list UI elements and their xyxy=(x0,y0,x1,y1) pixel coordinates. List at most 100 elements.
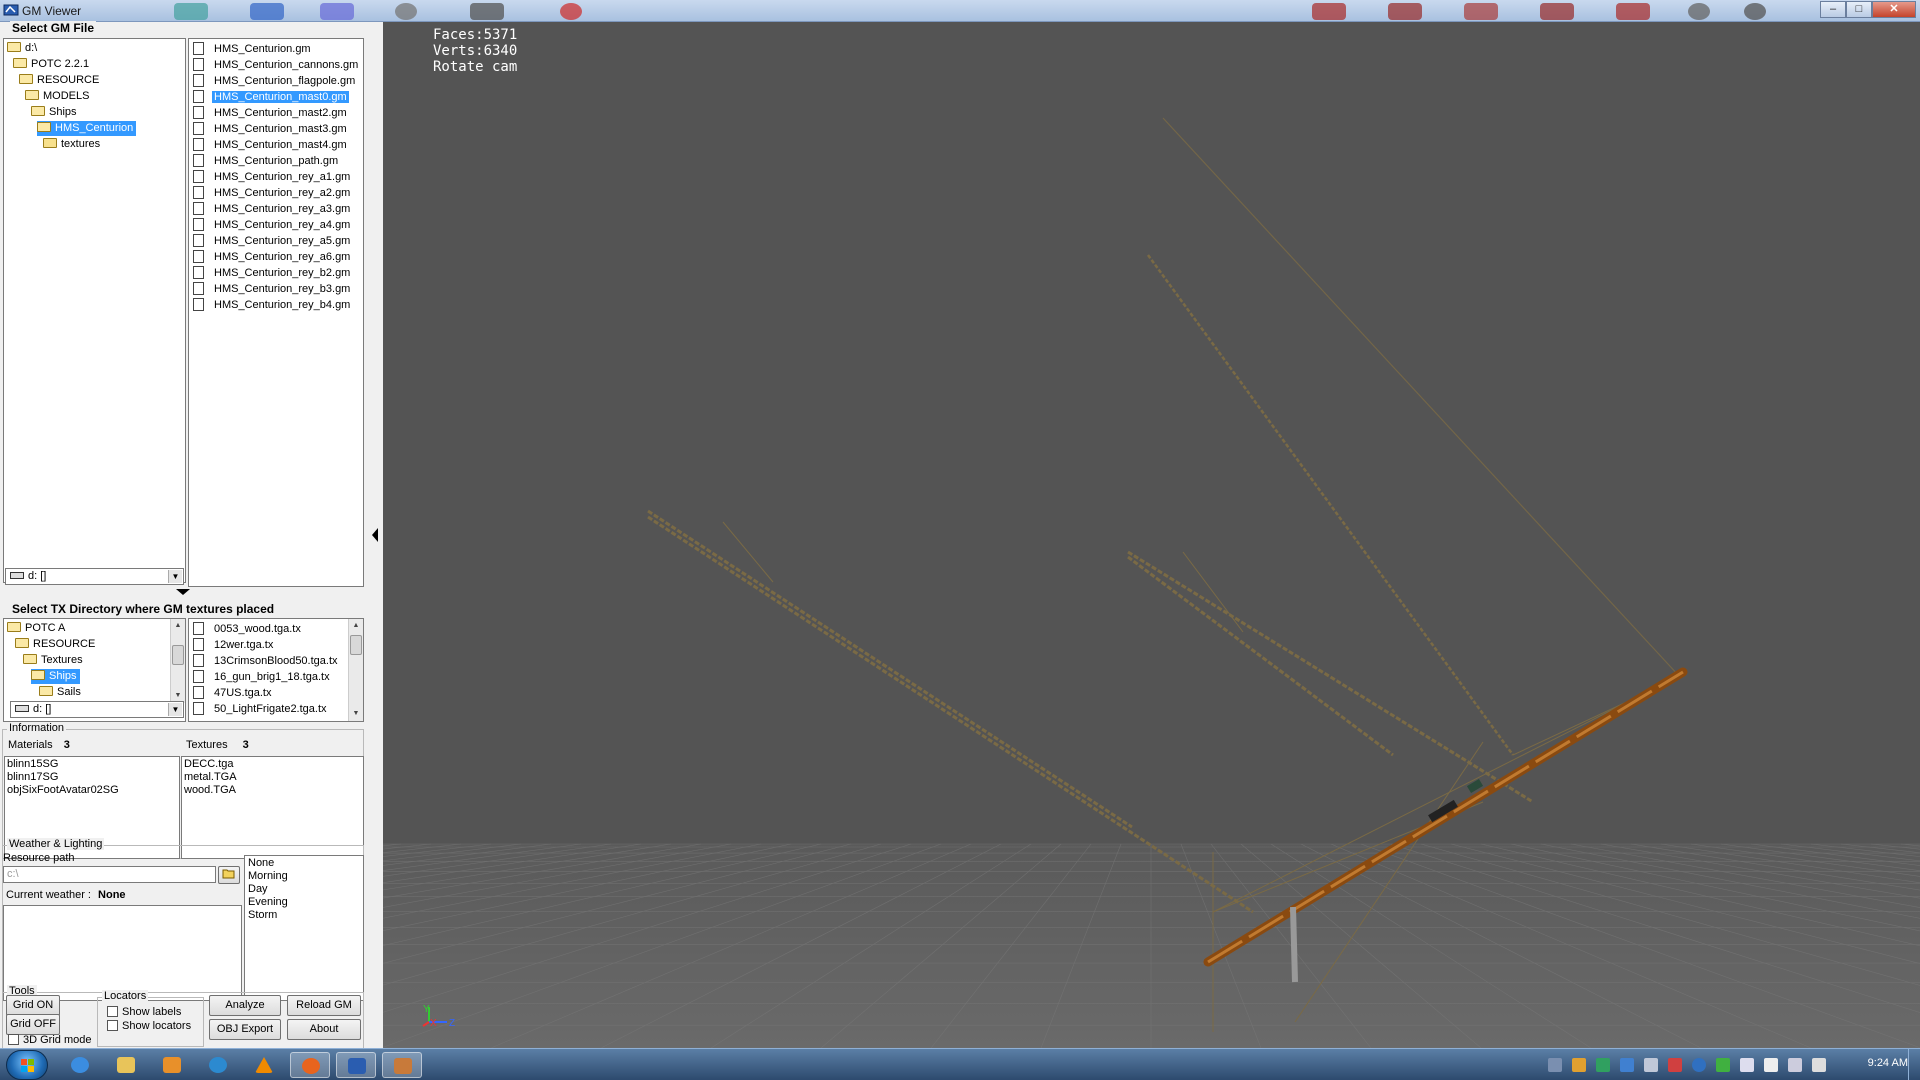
material-item[interactable]: objSixFootAvatar02SG xyxy=(7,784,177,797)
tray-app-icon[interactable] xyxy=(1644,1058,1658,1072)
3d-viewport[interactable]: Y X Z Faces:5371 Verts:6340 Rotate cam xyxy=(383,22,1920,1048)
file-explorer-icon[interactable] xyxy=(106,1052,146,1078)
tray-app-icon[interactable] xyxy=(1572,1058,1586,1072)
checkbox-icon[interactable] xyxy=(107,1006,118,1017)
grid-3d-checkbox[interactable]: 3D Grid mode xyxy=(8,1034,91,1046)
close-button[interactable]: ✕ xyxy=(1872,1,1916,18)
file-list-item[interactable]: HMS_Centurion_rey_b2.gm xyxy=(193,265,352,281)
panel-splitter[interactable] xyxy=(366,22,383,1048)
maximize-button[interactable]: □ xyxy=(1846,1,1872,18)
resource-path-input[interactable]: c:\ xyxy=(3,866,216,883)
about-button[interactable]: About xyxy=(287,1019,361,1040)
grid-off-button[interactable]: Grid OFF xyxy=(6,1014,60,1035)
material-item[interactable]: blinn15SG xyxy=(7,758,177,771)
weather-option[interactable]: Evening xyxy=(248,896,360,909)
tx-files-scrollbar[interactable]: ▲ ▼ xyxy=(348,619,363,721)
show-locators-checkbox[interactable]: Show locators xyxy=(107,1020,191,1032)
file-list-item[interactable]: 50_LightFrigate2.tga.tx xyxy=(193,701,329,717)
analyze-button[interactable]: Analyze xyxy=(209,995,281,1016)
file-list-item[interactable]: HMS_Centurion_mast2.gm xyxy=(193,105,349,121)
search-icon[interactable] xyxy=(198,1052,238,1078)
collapse-left-icon[interactable] xyxy=(371,527,379,543)
texture-item[interactable]: DECC.tga xyxy=(184,758,361,771)
file-list-item[interactable]: HMS_Centurion_rey_b3.gm xyxy=(193,281,352,297)
scroll-thumb[interactable] xyxy=(172,645,184,665)
tray-app-icon[interactable] xyxy=(1620,1058,1634,1072)
tray-app-icon[interactable] xyxy=(1548,1058,1562,1072)
file-list-item[interactable]: HMS_Centurion_rey_a2.gm xyxy=(193,185,352,201)
reload-gm-button[interactable]: Reload GM xyxy=(287,995,361,1016)
tool-app-icon[interactable] xyxy=(382,1052,422,1078)
weather-option[interactable]: None xyxy=(248,857,360,870)
file-list-item[interactable]: HMS_Centurion_rey_a3.gm xyxy=(193,201,352,217)
file-list-item[interactable]: HMS_Centurion_mast0.gm xyxy=(193,89,349,105)
file-list-item[interactable]: HMS_Centurion_rey_a6.gm xyxy=(193,249,352,265)
internet-explorer-icon[interactable] xyxy=(60,1052,100,1078)
file-list-item[interactable]: 16_gun_brig1_18.tga.tx xyxy=(193,669,332,685)
file-list-item[interactable]: 0053_wood.tga.tx xyxy=(193,621,303,637)
checkbox-icon[interactable] xyxy=(8,1034,19,1045)
gm-folder-tree[interactable]: d:\ POTC 2.2.1 RESOURCE MODELS Ships HMS_Cent… xyxy=(3,38,186,583)
tree-folder-item[interactable]: d:\ xyxy=(7,41,40,56)
weather-option[interactable]: Morning xyxy=(248,870,360,883)
tray-app-icon[interactable] xyxy=(1596,1058,1610,1072)
tree-folder-item[interactable]: Sails xyxy=(39,685,84,700)
scroll-up-icon[interactable]: ▲ xyxy=(349,619,363,633)
tree-folder-item[interactable]: RESOURCE xyxy=(19,73,102,88)
scroll-thumb[interactable] xyxy=(350,635,362,655)
tree-folder-item[interactable]: Ships xyxy=(31,669,80,684)
tray-app-icon[interactable] xyxy=(1692,1058,1706,1072)
show-labels-checkbox[interactable]: Show labels xyxy=(107,1006,181,1018)
weather-option[interactable]: Day xyxy=(248,883,360,896)
weather-option[interactable]: Storm xyxy=(248,909,360,922)
weather-options-list[interactable]: None Morning Day Evening Storm xyxy=(244,855,364,1001)
start-button[interactable] xyxy=(6,1050,48,1080)
media-player-icon[interactable] xyxy=(152,1052,192,1078)
scroll-up-icon[interactable]: ▲ xyxy=(171,619,185,633)
grid-on-button[interactable]: Grid ON xyxy=(6,995,60,1016)
tx-file-list[interactable]: 0053_wood.tga.tx 12wer.tga.tx 13CrimsonBlo… xyxy=(188,618,364,722)
file-list-item[interactable]: HMS_Centurion_rey_b4.gm xyxy=(193,297,352,313)
tree-folder-item[interactable]: POTC 2.2.1 xyxy=(13,57,92,72)
checkbox-icon[interactable] xyxy=(107,1020,118,1031)
texture-item[interactable]: wood.TGA xyxy=(184,784,361,797)
flag-icon[interactable] xyxy=(1764,1058,1778,1072)
chevron-down-icon[interactable]: ▼ xyxy=(168,703,182,716)
file-list-item[interactable]: HMS_Centurion_cannons.gm xyxy=(193,57,360,73)
tx-drive-select[interactable]: d: [] ▼ xyxy=(10,701,184,718)
tree-folder-item[interactable]: POTC A xyxy=(7,621,68,636)
textures-list[interactable]: DECC.tga metal.TGA wood.TGA xyxy=(181,756,364,859)
gm-drive-select[interactable]: d: [] ▼ xyxy=(5,568,184,585)
minimize-button[interactable]: – xyxy=(1820,1,1846,18)
network-icon[interactable] xyxy=(1788,1058,1802,1072)
gm-viewer-taskbar-icon[interactable] xyxy=(336,1052,376,1078)
chevron-down-icon[interactable]: ▼ xyxy=(168,570,182,583)
tree-folder-item[interactable]: MODELS xyxy=(25,89,92,104)
scroll-down-icon[interactable]: ▼ xyxy=(349,707,363,721)
file-list-item[interactable]: HMS_Centurion_mast4.gm xyxy=(193,137,349,153)
file-list-item[interactable]: 12wer.tga.tx xyxy=(193,637,275,653)
tray-app-icon[interactable] xyxy=(1716,1058,1730,1072)
browse-folder-button[interactable] xyxy=(218,866,240,884)
collapse-arrow-icon[interactable] xyxy=(175,588,191,596)
tree-folder-item[interactable]: HMS_Centurion xyxy=(37,121,137,136)
file-list-item[interactable]: HMS_Centurion_rey_a4.gm xyxy=(193,217,352,233)
tree-folder-item[interactable]: Textures xyxy=(23,653,86,668)
material-item[interactable]: blinn17SG xyxy=(7,771,177,784)
texture-item[interactable]: metal.TGA xyxy=(184,771,361,784)
file-list-item[interactable]: HMS_Centurion_flagpole.gm xyxy=(193,73,357,89)
tray-app-icon[interactable] xyxy=(1740,1058,1754,1072)
gm-file-list[interactable]: HMS_Centurion.gm HMS_Centurion_cannons.gm… xyxy=(188,38,364,587)
tray-app-icon[interactable] xyxy=(1668,1058,1682,1072)
file-list-item[interactable]: 13CrimsonBlood50.tga.tx xyxy=(193,653,340,669)
tree-folder-item[interactable]: RESOURCE xyxy=(15,637,98,652)
file-list-item[interactable]: HMS_Centurion_mast3.gm xyxy=(193,121,349,137)
volume-icon[interactable] xyxy=(1812,1058,1826,1072)
firefox-icon[interactable] xyxy=(290,1052,330,1078)
obj-export-button[interactable]: OBJ Export xyxy=(209,1019,281,1040)
file-list-item[interactable]: HMS_Centurion_path.gm xyxy=(193,153,340,169)
file-list-item[interactable]: HMS_Centurion_rey_a5.gm xyxy=(193,233,352,249)
tree-folder-item[interactable]: textures xyxy=(43,137,103,152)
file-list-item[interactable]: HMS_Centurion.gm xyxy=(193,41,313,57)
vlc-icon[interactable] xyxy=(244,1052,284,1078)
